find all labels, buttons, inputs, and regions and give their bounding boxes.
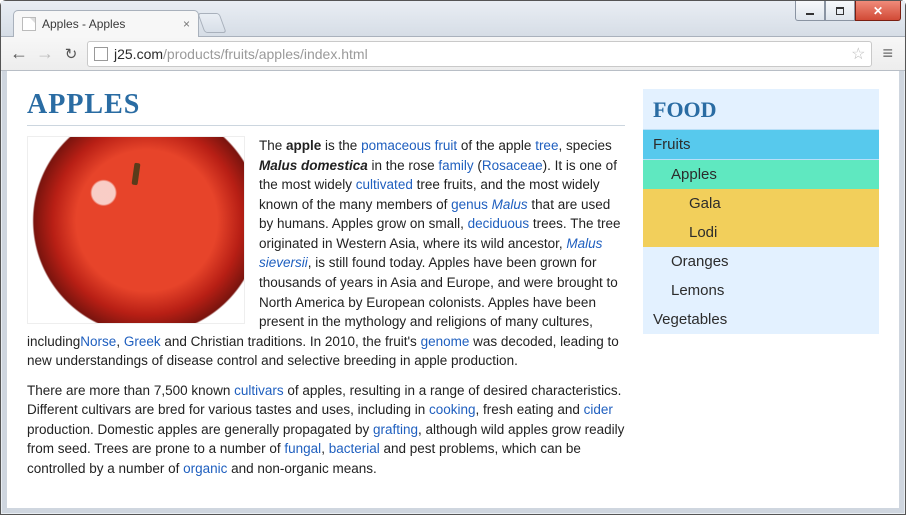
window-maximize-button[interactable] — [825, 1, 855, 21]
sidebar-item-lemons[interactable]: Lemons — [643, 276, 879, 305]
link-grafting[interactable]: grafting — [373, 422, 418, 437]
link-greek[interactable]: Greek — [124, 334, 161, 349]
link-rosaceae[interactable]: Rosaceae — [482, 158, 543, 173]
link-family[interactable]: family — [438, 158, 473, 173]
sidebar-item-gala[interactable]: Gala — [643, 189, 879, 218]
apple-image — [27, 136, 245, 324]
link-cultivars[interactable]: cultivars — [234, 383, 284, 398]
window-minimize-button[interactable] — [795, 1, 825, 21]
url-host: j25.com — [114, 46, 163, 62]
link-cider[interactable]: cider — [584, 402, 613, 417]
category-sidebar: FOOD FruitsApplesGalaLodiOrangesLemonsVe… — [643, 89, 879, 334]
browser-tab[interactable]: Apples - Apples × — [13, 10, 199, 37]
link-tree[interactable]: tree — [535, 138, 558, 153]
window-close-button[interactable]: ✕ — [855, 1, 901, 21]
browser-toolbar: ← → ↻ j25.com/products/fruits/apples/ind… — [1, 37, 905, 71]
link-fungal[interactable]: fungal — [284, 441, 321, 456]
browser-window: Apples - Apples × ✕ ← → ↻ j25.com/produc… — [0, 0, 906, 515]
sidebar-item-apples[interactable]: Apples — [643, 160, 879, 189]
reload-button[interactable]: ↻ — [61, 45, 81, 63]
link-pomaceous-fruit[interactable]: pomaceous fruit — [361, 138, 457, 153]
sidebar-item-lodi[interactable]: Lodi — [643, 218, 879, 247]
bookmark-star-icon[interactable]: ☆ — [851, 44, 865, 64]
link-genome[interactable]: genome — [421, 334, 470, 349]
tab-title: Apples - Apples — [42, 17, 125, 31]
link-deciduous[interactable]: deciduous — [468, 216, 530, 231]
link-bacterial[interactable]: bacterial — [329, 441, 380, 456]
page-title: APPLES — [27, 89, 625, 126]
new-tab-button[interactable] — [197, 13, 226, 33]
link-genus[interactable]: genus — [451, 197, 488, 212]
link-norse[interactable]: Norse — [80, 334, 116, 349]
paragraph-2: There are more than 7,500 known cultivar… — [27, 381, 625, 479]
sidebar-item-fruits[interactable]: Fruits — [643, 129, 879, 160]
window-buttons: ✕ — [795, 1, 901, 23]
sidebar-item-oranges[interactable]: Oranges — [643, 247, 879, 276]
sidebar-item-vegetables[interactable]: Vegetables — [643, 305, 879, 334]
address-bar[interactable]: j25.com/products/fruits/apples/index.htm… — [87, 41, 872, 67]
link-cooking[interactable]: cooking — [429, 402, 476, 417]
link-organic[interactable]: organic — [183, 461, 227, 476]
site-info-icon[interactable] — [94, 47, 108, 61]
page-viewport: APPLES The apple is the pomaceous fruit … — [7, 71, 899, 508]
back-button[interactable]: ← — [9, 43, 29, 64]
page-favicon-icon — [22, 17, 36, 31]
forward-button[interactable]: → — [35, 43, 55, 64]
window-titlebar[interactable]: Apples - Apples × ✕ — [1, 1, 905, 37]
main-content: APPLES The apple is the pomaceous fruit … — [27, 89, 625, 490]
url-path: /products/fruits/apples/index.html — [163, 46, 368, 62]
tab-close-icon[interactable]: × — [183, 17, 190, 31]
link-cultivated[interactable]: cultivated — [356, 177, 413, 192]
article-body: The apple is the pomaceous fruit of the … — [27, 136, 625, 479]
sidebar-heading: FOOD — [643, 89, 879, 129]
chrome-menu-icon[interactable]: ≡ — [878, 43, 897, 64]
link-malus[interactable]: Malus — [492, 197, 528, 212]
